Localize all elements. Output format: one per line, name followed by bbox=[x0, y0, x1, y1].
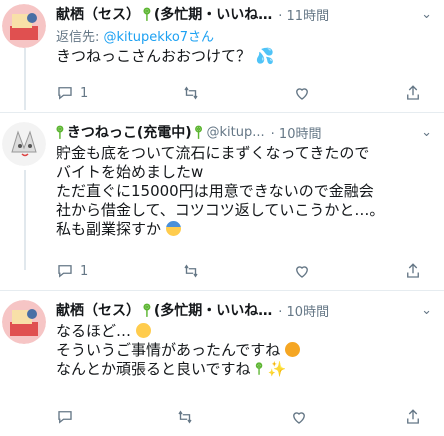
tweet-text: きつねっこさんおおつけて？ 💦 bbox=[56, 47, 436, 66]
like-icon bbox=[295, 88, 308, 100]
worried-face-icon bbox=[165, 221, 181, 236]
chevron-down-icon[interactable]: ⌄ bbox=[421, 303, 436, 318]
tweet-text-line: 社から借金して、コツコツ返していこうかと…。 bbox=[56, 201, 385, 219]
leaf-icon: 𖤣 bbox=[143, 301, 151, 320]
tweet-text-line: そういうご事情があったんですね bbox=[56, 341, 281, 359]
reply-button[interactable] bbox=[56, 408, 80, 426]
reply-count: 1 bbox=[80, 85, 89, 101]
reply-to: 返信先: @kitupekko7さん bbox=[56, 26, 436, 45]
retweet-icon bbox=[178, 410, 192, 424]
tweet[interactable]: 献栖（セス） 𖤣 (多忙期・いいね… · 11時間 ⌄ 返信先: @kitupe… bbox=[0, 0, 444, 110]
tweet-text-line: なんとか頑張ると良いですね bbox=[56, 360, 251, 378]
share-icon bbox=[407, 85, 419, 100]
sweat-smile-icon bbox=[285, 342, 301, 357]
retweet-icon bbox=[183, 86, 198, 100]
tweet-text-line: 私も副業探すか bbox=[56, 220, 162, 238]
reply-button[interactable]: 1 bbox=[56, 262, 88, 280]
sparkle-icon: ✨ bbox=[267, 360, 287, 378]
reply-icon bbox=[58, 265, 72, 278]
like-button[interactable] bbox=[293, 84, 311, 102]
share-icon bbox=[407, 263, 419, 278]
like-icon bbox=[295, 266, 308, 278]
divider bbox=[0, 112, 444, 113]
author-name-tail[interactable]: (多忙期・いいね… bbox=[154, 300, 272, 320]
retweet-button[interactable] bbox=[182, 262, 200, 280]
tweet-text-line: なるほど… bbox=[56, 322, 132, 340]
reply-mention[interactable]: @kitupekko7さん bbox=[104, 30, 215, 45]
avatar[interactable] bbox=[2, 4, 46, 48]
tweet-text-line: バイトを始めましたw bbox=[56, 163, 204, 181]
timestamp[interactable]: · 10時間 bbox=[271, 123, 322, 142]
leaf-icon: 𖤣 bbox=[56, 123, 64, 142]
reply-button[interactable]: 1 bbox=[56, 84, 88, 102]
author-handle[interactable]: @kitup... bbox=[207, 125, 265, 140]
author-name[interactable]: きつねっこ(充電中) bbox=[67, 122, 192, 142]
author-name-tail[interactable]: (多忙期・いいね… bbox=[154, 4, 272, 24]
chevron-down-icon[interactable]: ⌄ bbox=[421, 125, 436, 140]
reply-count: 1 bbox=[80, 263, 89, 279]
tweet-text-line: きつねっこさんおおつけて？ bbox=[56, 47, 252, 65]
tweet-text-line: ただ直ぐに15000円は用意できないので金融会 bbox=[56, 182, 374, 200]
reply-icon bbox=[58, 411, 72, 424]
like-button[interactable] bbox=[293, 262, 311, 280]
tweet-text-line: 貯金も底をついて流石にまずくなってきたので bbox=[56, 144, 370, 162]
retweet-button[interactable] bbox=[182, 84, 200, 102]
divider bbox=[0, 290, 444, 291]
timestamp[interactable]: · 11時間 bbox=[278, 5, 329, 24]
share-button[interactable] bbox=[404, 262, 422, 280]
avatar[interactable] bbox=[2, 300, 46, 344]
leaf-icon: 𖤣 bbox=[194, 123, 203, 142]
like-button[interactable] bbox=[290, 408, 308, 426]
retweet-icon bbox=[183, 264, 198, 278]
tweet[interactable]: 献栖（セス） 𖤣 (多忙期・いいね… · 10時間 ⌄ なるほど… そういうご事… bbox=[0, 296, 444, 436]
reply-icon bbox=[58, 87, 72, 100]
tweet-text: 貯金も底をついて流石にまずくなってきたので バイトを始めましたw ただ直ぐに15… bbox=[56, 144, 436, 239]
tweet[interactable]: 𖤣 きつねっこ(充電中) 𖤣 @kitup... · 10時間 ⌄ 貯金も底をつ… bbox=[0, 118, 444, 288]
leaf-icon: 𖤣 bbox=[143, 5, 151, 24]
like-icon bbox=[293, 412, 305, 424]
share-button[interactable] bbox=[404, 84, 422, 102]
avatar[interactable] bbox=[2, 122, 46, 166]
retweet-button[interactable] bbox=[176, 408, 194, 426]
leaf-icon: 𖤣 bbox=[255, 360, 263, 378]
sweat-drop-icon: 💦 bbox=[255, 47, 275, 65]
author-name[interactable]: 献栖（セス） bbox=[56, 4, 140, 24]
share-icon bbox=[407, 409, 419, 424]
timestamp[interactable]: · 10時間 bbox=[278, 301, 329, 320]
share-button[interactable] bbox=[404, 408, 422, 426]
smiling-face-icon bbox=[135, 323, 151, 338]
reply-prefix: 返信先: bbox=[56, 30, 104, 45]
tweet-text: なるほど… そういうご事情があったんですね なんとか頑張ると良いですね 𖤣 ✨ bbox=[56, 322, 436, 379]
chevron-down-icon[interactable]: ⌄ bbox=[421, 7, 436, 22]
author-name[interactable]: 献栖（セス） bbox=[56, 300, 140, 320]
